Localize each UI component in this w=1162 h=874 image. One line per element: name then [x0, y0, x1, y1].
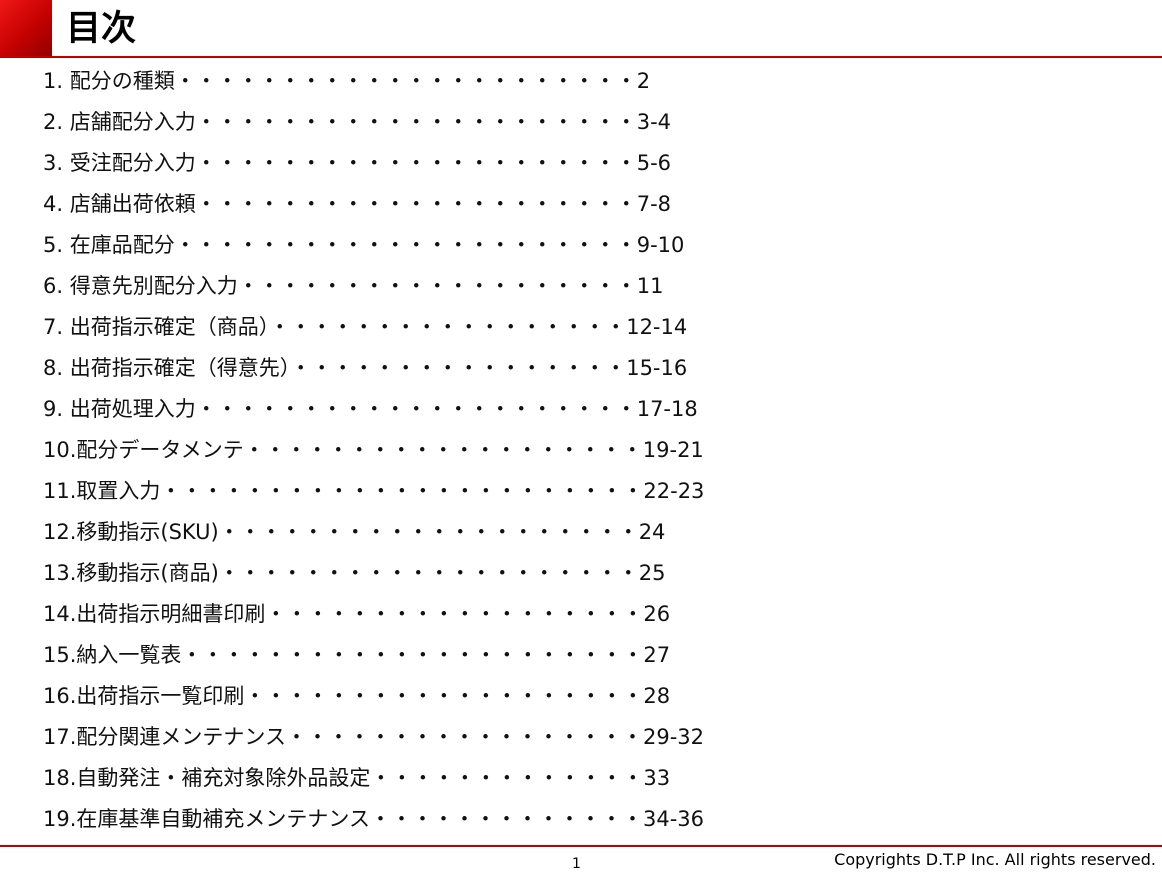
- toc-item: 18.自動発注・補充対象除外品設定・・・・・・・・・・・・・33: [43, 766, 671, 790]
- page-title: 目次: [66, 9, 137, 49]
- toc-item: 5. 在庫品配分・・・・・・・・・・・・・・・・・・・・・・9-10: [43, 233, 685, 257]
- toc-item: 4. 店舗出荷依頼・・・・・・・・・・・・・・・・・・・・・7-8: [43, 192, 672, 216]
- toc-item: 8. 出荷指示確定（得意先）・・・・・・・・・・・・・・・・15-16: [43, 356, 688, 380]
- copyright-notice: Copyrights D.T.P Inc. All rights reserve…: [834, 850, 1156, 869]
- toc-item: 14.出荷指示明細書印刷・・・・・・・・・・・・・・・・・・26: [43, 602, 671, 626]
- header-accent-block: [0, 0, 52, 57]
- header-divider: [0, 56, 1162, 58]
- table-of-contents: 1. 配分の種類・・・・・・・・・・・・・・・・・・・・・・2 2. 店舗配分入…: [43, 61, 704, 840]
- toc-item: 1. 配分の種類・・・・・・・・・・・・・・・・・・・・・・2: [43, 69, 651, 93]
- toc-item: 16.出荷指示一覧印刷・・・・・・・・・・・・・・・・・・・28: [43, 684, 671, 708]
- footer-divider: [0, 845, 1162, 847]
- toc-item: 17.配分関連メンテナンス・・・・・・・・・・・・・・・・・29-32: [43, 725, 704, 749]
- page-number: 1: [572, 856, 581, 872]
- toc-item: 2. 店舗配分入力・・・・・・・・・・・・・・・・・・・・・3-4: [43, 110, 672, 134]
- toc-item: 9. 出荷処理入力・・・・・・・・・・・・・・・・・・・・・17-18: [43, 397, 698, 421]
- toc-item: 6. 得意先別配分入力・・・・・・・・・・・・・・・・・・・11: [43, 274, 664, 298]
- toc-item: 7. 出荷指示確定（商品）・・・・・・・・・・・・・・・・・12-14: [43, 315, 688, 339]
- toc-item: 10.配分データメンテ・・・・・・・・・・・・・・・・・・・19-21: [43, 438, 704, 462]
- toc-item: 12.移動指示(SKU)・・・・・・・・・・・・・・・・・・・・24: [43, 520, 666, 544]
- toc-item: 15.納入一覧表・・・・・・・・・・・・・・・・・・・・・・27: [43, 643, 671, 667]
- toc-item: 13.移動指示(商品)・・・・・・・・・・・・・・・・・・・・25: [43, 561, 666, 585]
- toc-item: 19.在庫基準自動補充メンテナンス・・・・・・・・・・・・・34-36: [43, 807, 704, 831]
- toc-item: 11.取置入力・・・・・・・・・・・・・・・・・・・・・・・22-23: [43, 479, 705, 503]
- toc-item: 3. 受注配分入力・・・・・・・・・・・・・・・・・・・・・5-6: [43, 151, 672, 175]
